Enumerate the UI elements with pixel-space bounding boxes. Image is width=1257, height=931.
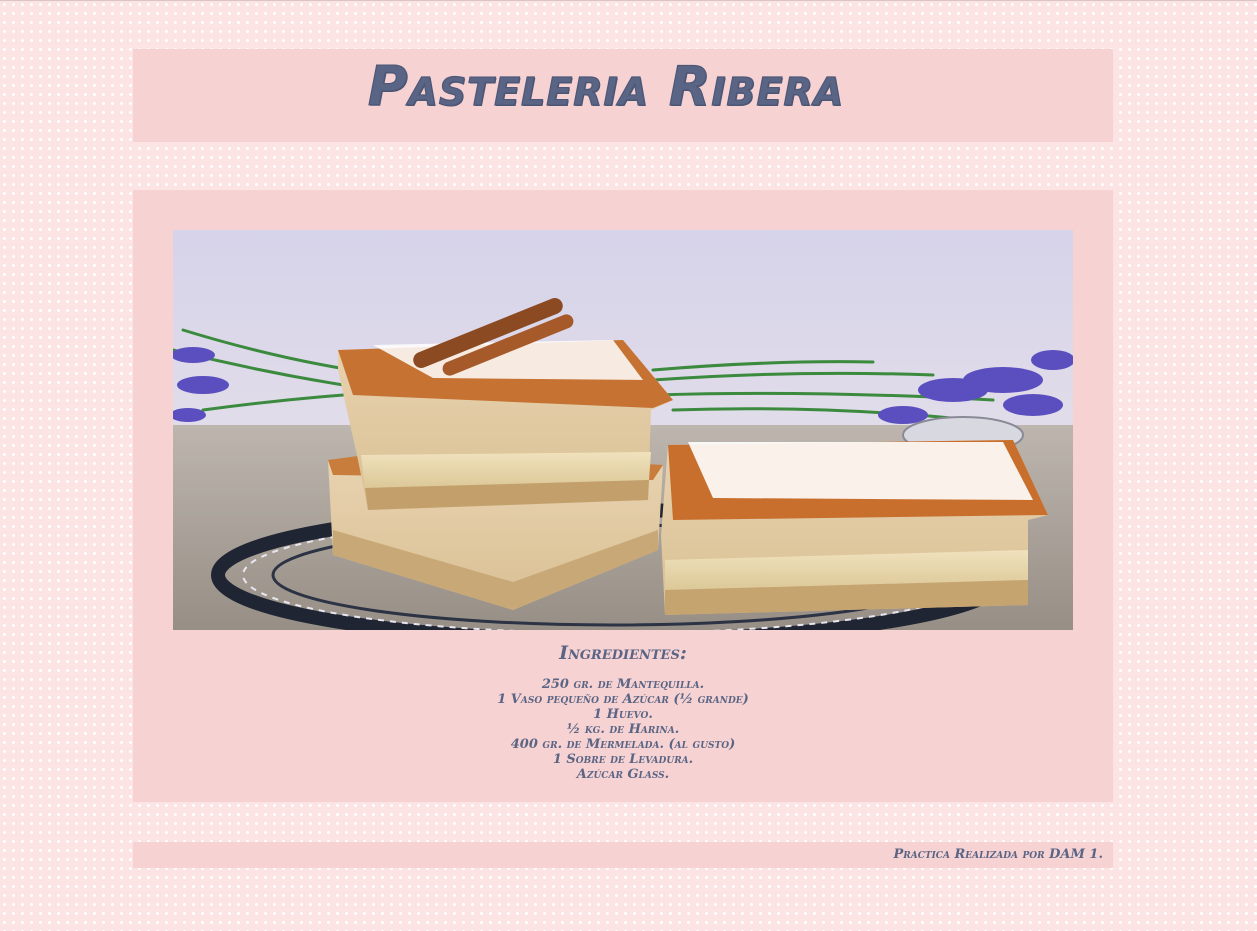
ingredient-item: 1 Vaso pequeño de Azúcar (½ grande) [497,692,749,707]
ingredient-item: 250 gr. de Mantequilla. [541,677,705,692]
top-border [0,0,1257,1]
ingredient-item: 1 Huevo. [593,707,653,722]
cake-photo [173,230,1073,630]
ingredient-item: ½ kg. de Harina. [566,722,680,737]
ingredient-item: Azúcar Glass. [576,767,670,782]
recipe-panel: Ingredientes: 250 gr. de Mantequilla. 1 … [133,190,1113,802]
ingredient-item: 400 gr. de Mermelada. (al gusto) [510,737,736,752]
site-footer: Practica Realizada por DAM 1. [133,842,1113,868]
ingredients-title: Ingredientes: [559,642,687,664]
ingredient-item: 1 Sobre de Levadura. [552,752,694,767]
site-header: Pasteleria Ribera [133,49,1113,142]
ingredients-list: 250 gr. de Mantequilla. 1 Vaso pequeño d… [133,677,1113,782]
site-title: Pasteleria Ribera [367,54,845,118]
footer-credit: Practica Realizada por DAM 1. [893,847,1104,862]
